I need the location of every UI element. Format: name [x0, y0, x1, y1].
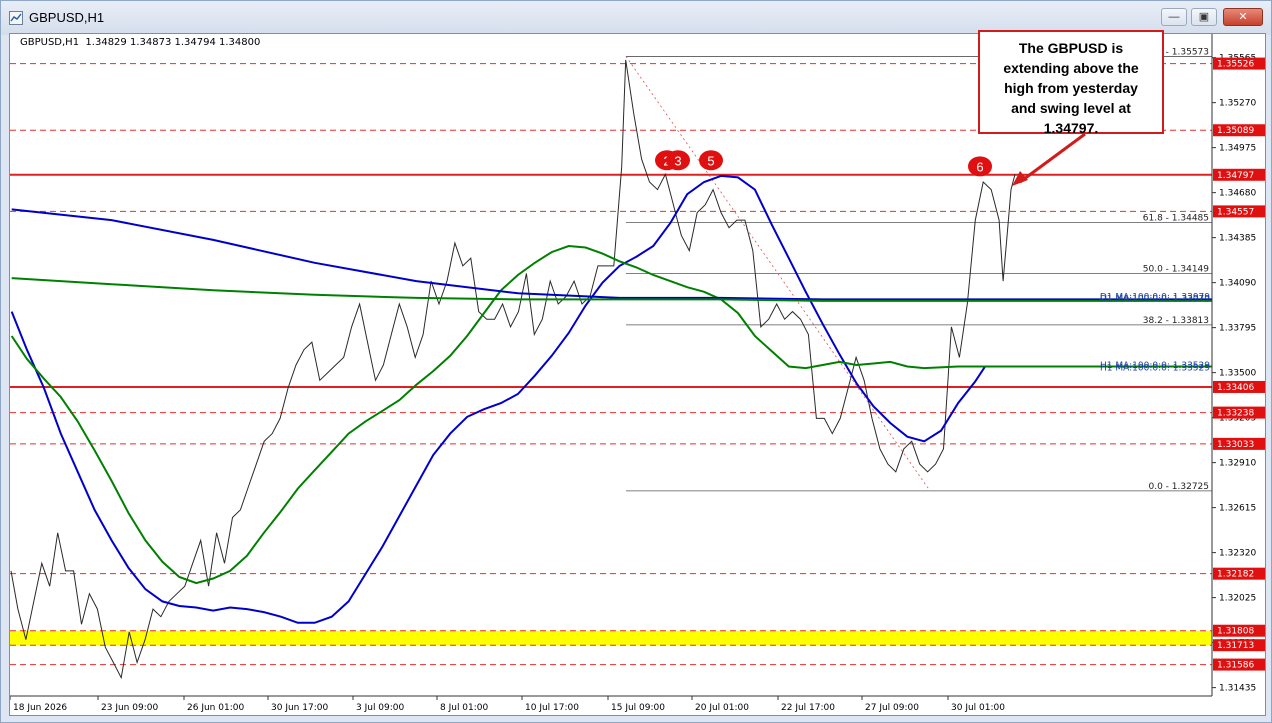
x-tick-label: 18 Jun 2026 [13, 703, 67, 713]
x-tick-label: 27 Jul 09:00 [865, 703, 919, 713]
chart-app-icon [9, 11, 23, 25]
y-tick-label: 1.34975 [1219, 144, 1256, 154]
price-level-tag-label: 1.33033 [1217, 440, 1254, 450]
price-level-tag-label: 1.31808 [1217, 627, 1254, 637]
y-tick-label: 1.34090 [1219, 279, 1256, 289]
moving-average-line [10, 174, 1212, 624]
y-tick-label: 1.32615 [1219, 504, 1256, 514]
price-level-tag-label: 1.34797 [1217, 171, 1254, 181]
y-tick-label: 1.33500 [1219, 369, 1256, 379]
support-zone [10, 630, 1212, 646]
price-level-tag-label: 1.35089 [1217, 126, 1254, 136]
y-tick-label: 1.33795 [1219, 324, 1256, 334]
y-tick-label: 1.34385 [1219, 234, 1256, 244]
price-level-tag-label: 1.31586 [1217, 661, 1254, 671]
restore-button[interactable]: ▣ [1191, 8, 1217, 26]
chart-info-line: GBPUSD,H1 1.34829 1.34873 1.34794 1.3480… [20, 37, 261, 48]
price-level-tag-label: 1.33406 [1217, 383, 1254, 393]
annotation-box: The GBPUSD is extending above the high f… [978, 30, 1164, 136]
y-tick-label: 1.35270 [1219, 99, 1256, 109]
window-title: GBPUSD,H1 [29, 10, 105, 25]
annotation-line: 1.34797. [1043, 120, 1099, 136]
y-tick-label: 1.32910 [1219, 459, 1256, 469]
x-tick-label: 30 Jun 17:00 [271, 703, 328, 713]
moving-average-line [11, 208, 1212, 301]
x-tick-label: 26 Jun 01:00 [187, 703, 244, 713]
y-tick-label: 1.32025 [1219, 594, 1256, 604]
annotation-line: and swing level at [1011, 100, 1131, 116]
terminal-window: GBPUSD,H1 — ▣ ✕ 0.0 - 1.35573 61.8 - 1.34… [0, 0, 1272, 723]
x-tick-label: 30 Jul 01:00 [951, 703, 1005, 713]
x-tick-label: 10 Jul 17:00 [525, 703, 579, 713]
price-level-tag-label: 1.32182 [1217, 570, 1254, 580]
price-chart[interactable]: 0.0 - 1.35573 61.8 - 1.34485 50.0 - 1.3414… [9, 30, 1266, 716]
x-tick-label: 8 Jul 01:00 [440, 703, 489, 713]
swing-marker-label: 6 [976, 159, 983, 174]
price-series [10, 59, 1016, 680]
annotation-line: extending above the [1003, 60, 1139, 76]
price-level-tag-label: 1.33238 [1217, 409, 1254, 419]
annotation-line: high from yesterday [1004, 80, 1138, 96]
price-level-tag-label: 1.34557 [1217, 207, 1254, 217]
x-tick-label: 22 Jul 17:00 [781, 703, 835, 713]
fib-level-label: 0.0 - 1.32725 [1149, 482, 1210, 492]
close-button[interactable]: ✕ [1223, 8, 1263, 26]
x-tick-label: 3 Jul 09:00 [356, 703, 405, 713]
x-tick-label: 23 Jun 09:00 [101, 703, 158, 713]
ma-label: D1 MA:100:0:0: 1.33979 [1100, 295, 1210, 305]
x-tick-label: 15 Jul 09:00 [611, 703, 665, 713]
swing-marker-label: 5 [707, 153, 714, 168]
swing-marker-label: 3 [674, 153, 681, 168]
y-tick-label: 1.32320 [1219, 549, 1256, 559]
annotation-line: The GBPUSD is [1018, 40, 1124, 56]
fib-level-label: 50.0 - 1.34149 [1143, 265, 1209, 275]
y-tick-label: 1.34680 [1219, 189, 1256, 199]
ma-label: H1 MA:100:0:0: 1.33529 [1100, 363, 1210, 373]
price-level-tag-label: 1.35526 [1217, 60, 1254, 70]
price-level-tag-label: 1.31713 [1217, 641, 1254, 651]
x-tick-label: 20 Jul 01:00 [695, 703, 749, 713]
y-tick-label: 1.31435 [1219, 684, 1256, 694]
minimize-button[interactable]: — [1161, 8, 1187, 26]
fib-level-label: 61.8 - 1.34485 [1143, 213, 1209, 223]
fib-level-label: 38.2 - 1.33813 [1143, 316, 1209, 326]
